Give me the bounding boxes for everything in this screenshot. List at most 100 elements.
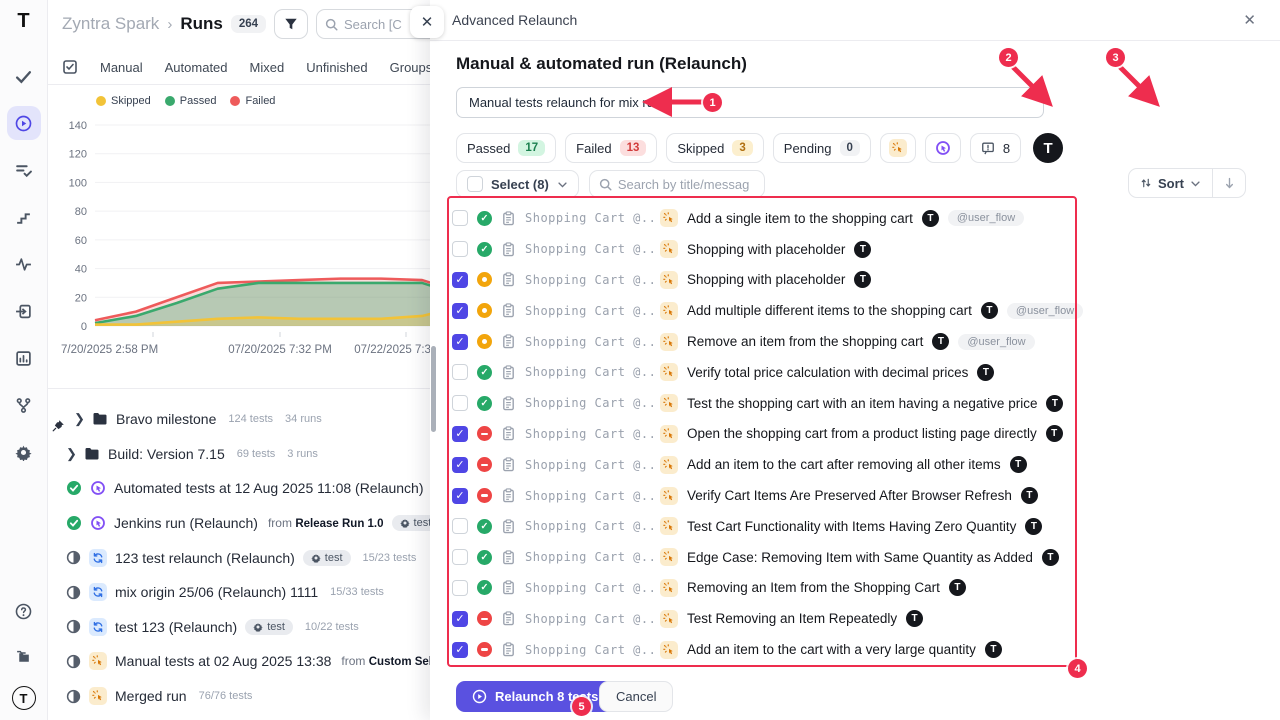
select-all-dropdown[interactable]: ✓ Select (8) — [456, 170, 579, 198]
run-row[interactable]: mix origin 25/06 (Relaunch) 111115/33 te… — [48, 575, 438, 610]
tab-groups[interactable]: Groups — [390, 60, 433, 75]
filter-chip-comments[interactable]: 8 — [970, 133, 1021, 163]
test-title[interactable]: Add a single item to the shopping cart — [687, 211, 913, 226]
test-title[interactable]: Add an item to the cart with a very larg… — [687, 642, 976, 657]
run-row[interactable]: 123 test relaunch (Relaunch)test15/23 te… — [48, 540, 438, 575]
test-row[interactable]: ✓ ✓ Shopping Cart @.. Removing an Item f… — [452, 573, 1092, 604]
plans-nav-icon[interactable] — [7, 153, 41, 187]
run-title[interactable]: test 123 (Relaunch) — [115, 619, 237, 635]
test-row[interactable]: ✓ Shopping Cart @.. Add an item to the c… — [452, 634, 1092, 665]
test-title[interactable]: Test Removing an Item Repeatedly — [687, 611, 897, 626]
test-tag[interactable]: @user_flow — [948, 210, 1024, 226]
test-row[interactable]: ✓ ✓ Shopping Cart @.. Test Cart Function… — [452, 511, 1092, 542]
test-checkbox[interactable]: ✓ — [452, 580, 468, 596]
run-title[interactable]: mix origin 25/06 (Relaunch) 1111 — [115, 584, 318, 600]
test-checkbox[interactable]: ✓ — [452, 426, 468, 442]
relaunch-button[interactable]: Relaunch 8 tests — [456, 681, 614, 712]
test-title[interactable]: Add multiple different items to the shop… — [687, 303, 972, 318]
checks-nav-icon[interactable] — [7, 59, 41, 93]
test-checkbox[interactable]: ✓ — [452, 395, 468, 411]
run-name-input[interactable] — [456, 87, 1044, 118]
test-checkbox[interactable]: ✓ — [452, 518, 468, 534]
assignee-avatar[interactable]: T — [1033, 133, 1063, 163]
chevron-right-icon[interactable]: ❯ — [74, 411, 84, 427]
steps-nav-icon[interactable] — [7, 200, 41, 234]
tab-manual[interactable]: Manual — [100, 60, 143, 75]
test-title[interactable]: Add an item to the cart after removing a… — [687, 457, 1001, 472]
milestone-title[interactable]: Build: Version 7.15 — [108, 446, 225, 462]
test-row[interactable]: ✓ ✓ Shopping Cart @.. Verify total price… — [452, 357, 1092, 388]
test-checkbox[interactable]: ✓ — [452, 642, 468, 658]
tab-automated[interactable]: Automated — [165, 60, 228, 75]
milestone-title[interactable]: Bravo milestone — [116, 411, 216, 427]
test-checkbox[interactable]: ✓ — [452, 272, 468, 288]
test-checkbox[interactable]: ✓ — [452, 334, 468, 350]
filter-button[interactable] — [274, 9, 308, 39]
test-title[interactable]: Shopping with placeholder — [687, 272, 845, 287]
test-title[interactable]: Test Cart Functionality with Items Havin… — [687, 519, 1016, 534]
account-avatar[interactable]: T — [12, 686, 36, 710]
run-row[interactable]: Automated tests at 12 Aug 2025 11:08 (Re… — [48, 471, 438, 506]
branches-nav-icon[interactable] — [7, 388, 41, 422]
cancel-button[interactable]: Cancel — [599, 681, 673, 712]
test-title[interactable]: Open the shopping cart from a product li… — [687, 426, 1037, 441]
test-title[interactable]: Shopping with placeholder — [687, 242, 845, 257]
test-row[interactable]: ✓ Shopping Cart @.. Remove an item from … — [452, 326, 1092, 357]
filter-chip-passed[interactable]: Passed 17 — [456, 133, 556, 163]
select-all-checkbox[interactable]: ✓ — [467, 176, 483, 192]
test-checkbox[interactable]: ✓ — [452, 488, 468, 504]
help-icon[interactable] — [7, 594, 41, 628]
chevron-right-icon[interactable]: ❯ — [66, 446, 76, 462]
run-row[interactable]: Merged run76/76 tests — [48, 679, 438, 714]
run-row[interactable]: Jenkins run (Relaunch)from Release Run 1… — [48, 506, 438, 541]
run-title[interactable]: Jenkins run (Relaunch) — [114, 515, 258, 531]
run-row[interactable]: test 123 (Relaunch)test10/22 tests — [48, 610, 438, 645]
test-checkbox[interactable]: ✓ — [452, 457, 468, 473]
filter-chip-automated-cursor-icon[interactable] — [925, 133, 961, 163]
breadcrumb-project[interactable]: Zyntra Spark — [62, 14, 159, 34]
test-title[interactable]: Remove an item from the shopping cart — [687, 334, 923, 349]
tab-unfinished[interactable]: Unfinished — [306, 60, 367, 75]
run-row[interactable]: Manual tests at 02 Aug 2025 13:38from Cu… — [48, 644, 438, 679]
test-tag[interactable]: @user_flow — [958, 334, 1034, 350]
filter-chip-failed[interactable]: Failed 13 — [565, 133, 657, 163]
sort-direction-button[interactable] — [1213, 169, 1245, 197]
filter-chip-manual-burst-icon[interactable] — [880, 133, 916, 163]
test-row[interactable]: ✓ Shopping Cart @.. Open the shopping ca… — [452, 419, 1092, 450]
test-row[interactable]: ✓ ✓ Shopping Cart @.. Add a single item … — [452, 203, 1092, 234]
test-title[interactable]: Edge Case: Removing Item with Same Quant… — [687, 550, 1033, 565]
filter-chip-skipped[interactable]: Skipped 3 — [666, 133, 763, 163]
search-clear-button[interactable]: ✕ — [410, 6, 444, 38]
settings-gear-icon[interactable] — [7, 435, 41, 469]
import-nav-icon[interactable] — [7, 294, 41, 328]
tests-search-input[interactable]: Search by title/messag — [589, 170, 765, 198]
test-title[interactable]: Test the shopping cart with an item havi… — [687, 396, 1037, 411]
test-row[interactable]: ✓ Shopping Cart @.. Shopping with placeh… — [452, 265, 1092, 296]
test-title[interactable]: Removing an Item from the Shopping Cart — [687, 580, 940, 595]
test-row[interactable]: ✓ ✓ Shopping Cart @.. Edge Case: Removin… — [452, 542, 1092, 573]
test-checkbox[interactable]: ✓ — [452, 210, 468, 226]
test-row[interactable]: ✓ Shopping Cart @.. Test Removing an Ite… — [452, 603, 1092, 634]
test-row[interactable]: ✓ Shopping Cart @.. Add multiple differe… — [452, 295, 1092, 326]
test-row[interactable]: ✓ Shopping Cart @.. Verify Cart Items Ar… — [452, 480, 1092, 511]
pulse-nav-icon[interactable] — [7, 247, 41, 281]
test-row[interactable]: ✓ Shopping Cart @.. Add an item to the c… — [452, 449, 1092, 480]
test-title[interactable]: Verify Cart Items Are Preserved After Br… — [687, 488, 1012, 503]
test-tag[interactable]: @user_flow — [1007, 303, 1083, 319]
test-row[interactable]: ✓ ✓ Shopping Cart @.. Shopping with plac… — [452, 234, 1092, 265]
reports-nav-icon[interactable] — [7, 341, 41, 375]
milestone-row[interactable]: ❯Build: Version 7.1569 tests3 runs — [48, 437, 438, 472]
projects-folders-icon[interactable] — [7, 640, 41, 674]
tab-mixed[interactable]: Mixed — [250, 60, 285, 75]
test-checkbox[interactable]: ✓ — [452, 364, 468, 380]
run-title[interactable]: Merged run — [115, 688, 187, 704]
test-checkbox[interactable]: ✓ — [452, 303, 468, 319]
test-checkbox[interactable]: ✓ — [452, 611, 468, 627]
run-title[interactable]: Manual tests at 02 Aug 2025 13:38 — [115, 653, 331, 669]
close-icon[interactable]: ✕ — [1243, 11, 1256, 29]
test-checkbox[interactable]: ✓ — [452, 241, 468, 257]
run-title[interactable]: 123 test relaunch (Relaunch) — [115, 550, 295, 566]
test-title[interactable]: Verify total price calculation with deci… — [687, 365, 968, 380]
vertical-scrollbar[interactable] — [431, 346, 436, 432]
test-checkbox[interactable]: ✓ — [452, 549, 468, 565]
